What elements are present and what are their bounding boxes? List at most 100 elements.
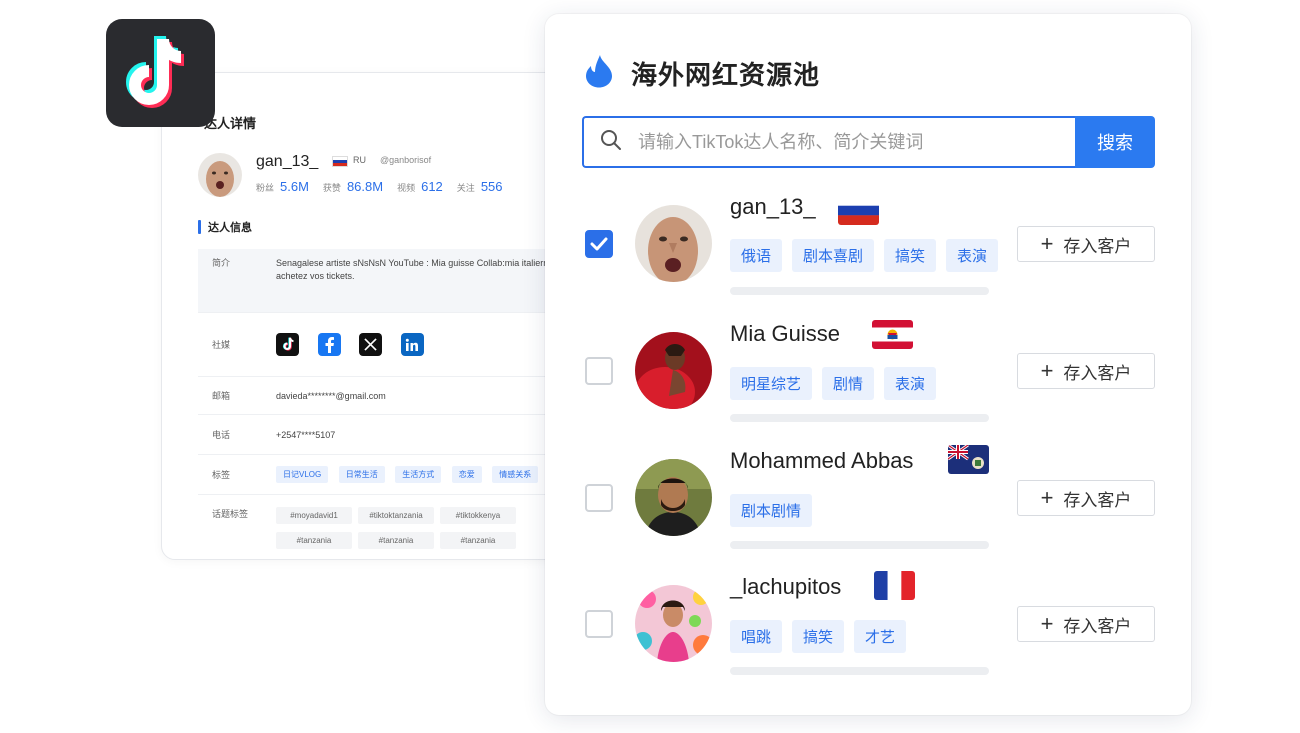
ru-flag-icon — [332, 156, 348, 167]
result-name[interactable]: Mohammed Abbas — [730, 448, 913, 474]
result-tag: 剧本喜剧 — [792, 239, 875, 272]
email-label: 邮箱 — [212, 391, 231, 401]
stat-videos-value: 612 — [421, 179, 443, 194]
stat-following-value: 556 — [480, 179, 503, 194]
result-item: Mia Guisse 明星综艺 剧情 表演 + 存入客户 — [545, 320, 1191, 446]
info-section-header: 达人信息 — [198, 219, 252, 235]
detail-avatar — [198, 153, 242, 197]
social-icons — [276, 333, 580, 356]
topic-chip: #moyadavid1 — [276, 507, 352, 524]
email-row: 邮箱 davieda********@gmail.com — [198, 377, 580, 415]
tag-chip: 生活方式 — [395, 466, 442, 483]
pool-title: 海外网红资源池 — [631, 60, 821, 90]
creator-detail-card: 达人详情 gan_13_ RU @ganborisof 粉丝 5.6M 获赞 8… — [161, 72, 581, 560]
result-name[interactable]: Mia Guisse — [730, 321, 840, 347]
plus-icon: + — [1040, 611, 1054, 636]
gs-flag-icon — [948, 445, 989, 474]
result-tags: 剧本剧情 — [730, 494, 822, 527]
stat-likes-value: 86.8M — [346, 179, 384, 194]
result-placeholder-bar — [730, 667, 989, 675]
result-item: Mohammed Abbas 剧本剧情 + 存入客户 — [545, 445, 1191, 571]
search-icon — [600, 129, 622, 156]
phone-value: +2547****5107 — [276, 429, 336, 440]
plus-icon: + — [1040, 485, 1054, 510]
save-to-client-button[interactable]: + 存入客户 — [1017, 606, 1155, 642]
result-item: gan_13_ 俄语 剧本喜剧 搞笑 表演 + 存入客户 — [545, 194, 1191, 320]
search-input[interactable] — [638, 131, 1058, 153]
result-tag: 俄语 — [730, 239, 783, 272]
result-avatar[interactable] — [635, 585, 712, 662]
save-to-client-button[interactable]: + 存入客户 — [1017, 480, 1155, 516]
topic-chip: #tanzania — [440, 532, 516, 549]
result-checkbox[interactable] — [585, 484, 613, 512]
tag-chip: 日记VLOG — [276, 466, 329, 483]
plus-icon: + — [1040, 231, 1054, 256]
fr-flag-icon — [874, 571, 915, 600]
result-tag: 表演 — [946, 239, 999, 272]
result-checkbox[interactable] — [585, 610, 613, 638]
tags-list: 日记VLOG 日常生活 生活方式 恋爱 情感关系 — [276, 466, 580, 483]
topic-chip: #tanzania — [276, 532, 352, 549]
checkmark-icon — [590, 237, 608, 251]
result-avatar[interactable] — [635, 332, 712, 409]
bio-row: 简介 Senagalese artiste sNsNsN YouTube : M… — [198, 249, 580, 313]
result-tag: 搞笑 — [884, 239, 937, 272]
email-value[interactable]: davieda********@gmail.com — [276, 391, 580, 401]
result-name[interactable]: gan_13_ — [730, 194, 816, 220]
result-placeholder-bar — [730, 541, 989, 549]
tag-chip: 日常生活 — [338, 466, 385, 483]
search-button[interactable]: 搜索 — [1075, 116, 1155, 168]
topic-chip: #tanzania — [358, 532, 434, 549]
save-label: 存入客户 — [1063, 236, 1132, 256]
save-to-client-button[interactable]: + 存入客户 — [1017, 353, 1155, 389]
detail-stats: 粉丝 5.6M 获赞 86.8M 视频 612 关注 556 — [256, 179, 517, 194]
plus-icon: + — [1040, 358, 1054, 383]
detail-info-table: 简介 Senagalese artiste sNsNsN YouTube : M… — [198, 249, 580, 557]
stat-likes-label: 获赞 — [322, 183, 341, 193]
social-label: 社媒 — [212, 340, 231, 350]
facebook-icon[interactable] — [317, 333, 341, 356]
result-tag: 搞笑 — [792, 620, 845, 653]
result-avatar[interactable] — [635, 205, 712, 282]
x-twitter-icon[interactable] — [359, 333, 383, 356]
bio-text: Senagalese artiste sNsNsN YouTube : Mia … — [276, 258, 576, 281]
search-field-wrapper — [582, 116, 1075, 168]
linkedin-icon[interactable] — [400, 333, 424, 356]
result-tags: 俄语 剧本喜剧 搞笑 表演 — [730, 239, 1008, 272]
section-accent-bar — [198, 220, 201, 234]
stat-videos-label: 视频 — [397, 183, 416, 193]
result-placeholder-bar — [730, 287, 989, 295]
influencer-pool-card: 海外网红资源池 搜索 gan_13_ — [545, 14, 1191, 715]
result-placeholder-bar — [730, 414, 989, 422]
pf-flag-icon — [872, 320, 913, 349]
topics-row: 话题标签 #moyadavid1 #tiktoktanzania #tiktokke… — [198, 495, 580, 557]
result-tag: 明星综艺 — [730, 367, 813, 400]
tags-row: 标签 日记VLOG 日常生活 生活方式 恋爱 情感关系 — [198, 455, 580, 495]
flame-icon — [585, 54, 613, 93]
result-tag: 表演 — [884, 367, 937, 400]
tag-chip: 情感关系 — [492, 466, 539, 483]
save-label: 存入客户 — [1063, 490, 1132, 510]
social-row: 社媒 — [198, 313, 580, 377]
result-tag: 剧情 — [822, 367, 875, 400]
save-to-client-button[interactable]: + 存入客户 — [1017, 226, 1155, 262]
result-tag: 剧本剧情 — [730, 494, 813, 527]
result-name[interactable]: _lachupitos — [730, 574, 841, 600]
result-avatar[interactable] — [635, 459, 712, 536]
result-tag: 唱跳 — [730, 620, 783, 653]
save-label: 存入客户 — [1063, 616, 1132, 636]
phone-row: 电话 +2547****5107 — [198, 415, 580, 455]
tiktok-logo-icon — [106, 19, 215, 127]
bio-label: 简介 — [212, 258, 231, 268]
stat-following-label: 关注 — [456, 183, 475, 193]
tag-chip: 恋爱 — [451, 466, 482, 483]
search-bar: 搜索 — [582, 116, 1155, 168]
topics-label: 话题标签 — [212, 509, 249, 519]
result-checkbox[interactable] — [585, 357, 613, 385]
result-checkbox[interactable] — [585, 230, 613, 258]
tiktok-icon[interactable] — [276, 333, 299, 356]
result-item: _lachupitos 唱跳 搞笑 才艺 + 存入客户 — [545, 571, 1191, 697]
ru-flag-icon — [838, 196, 879, 225]
detail-name: gan_13_ — [256, 153, 319, 170]
stat-followers-value: 5.6M — [280, 179, 309, 194]
